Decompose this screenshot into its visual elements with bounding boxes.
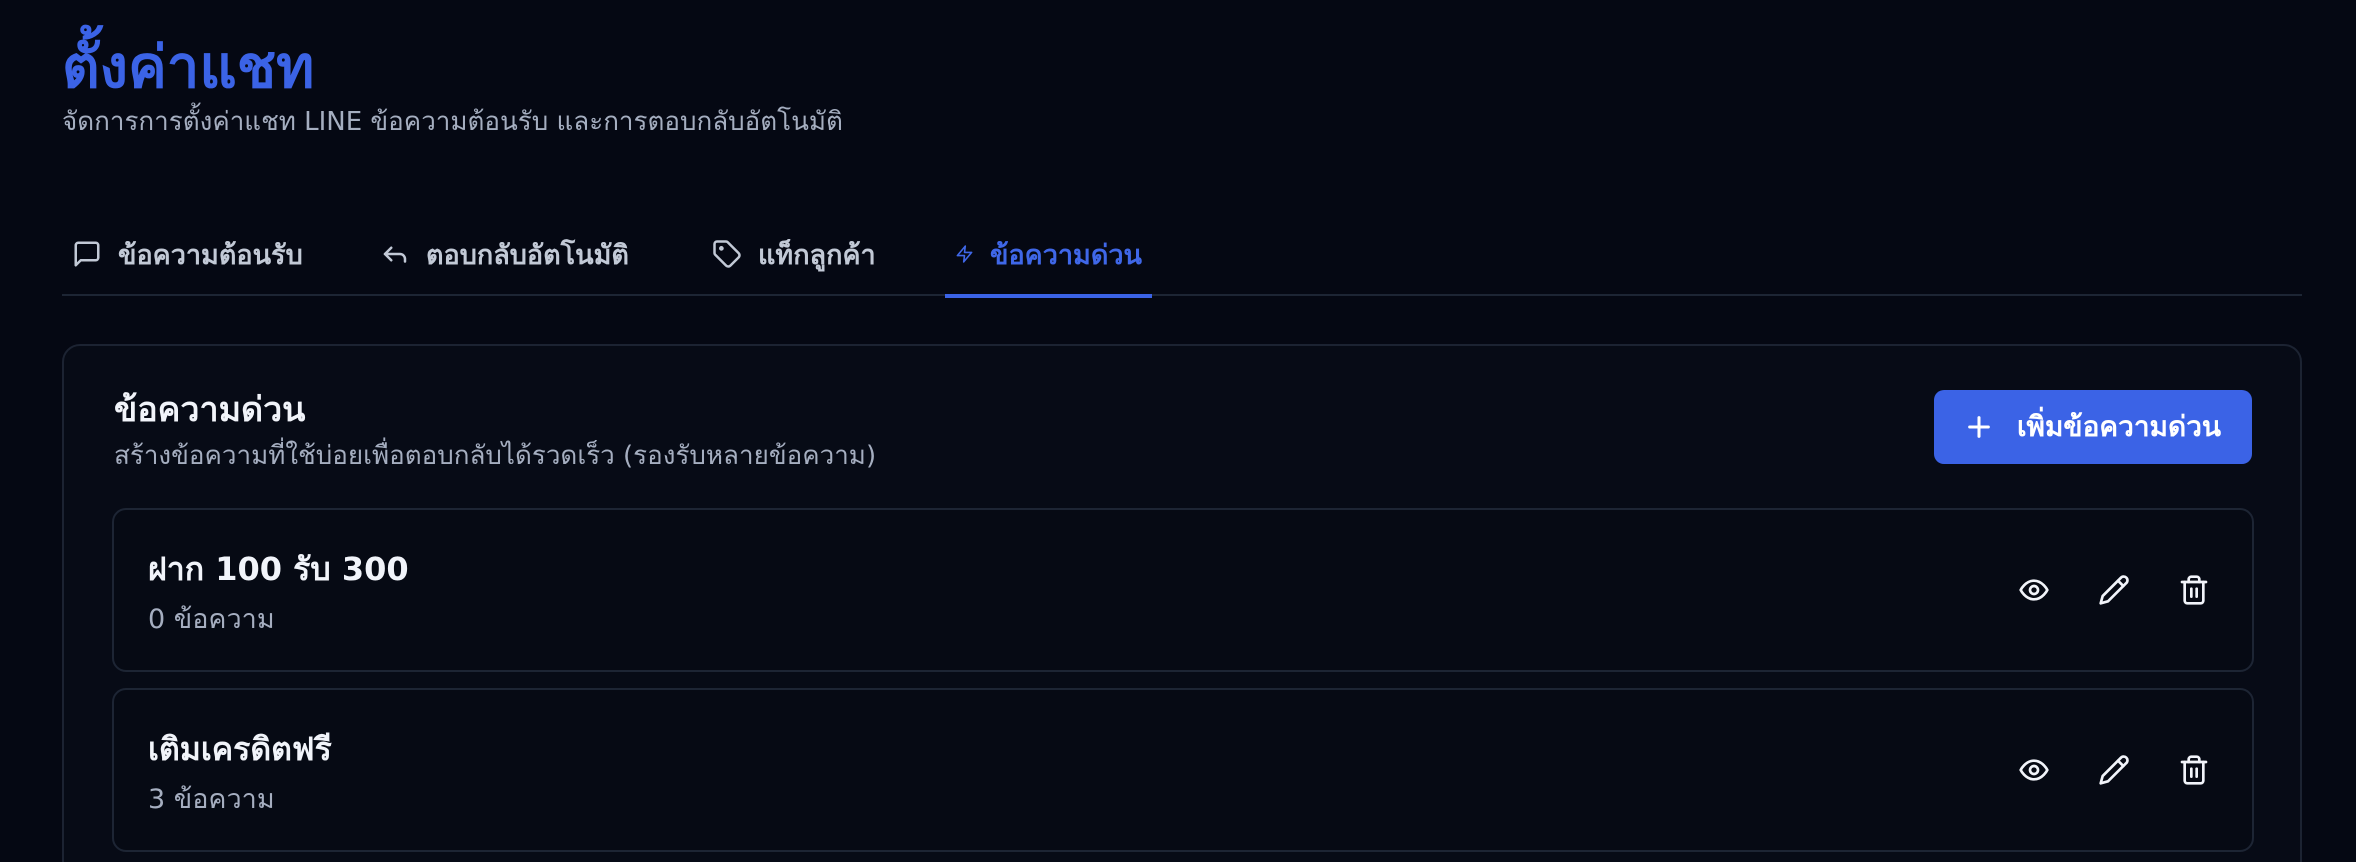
eye-icon: [2019, 759, 2049, 781]
add-button-label: เพิ่มข้อความด่วน: [2016, 410, 2222, 443]
add-quick-message-button[interactable]: เพิ่มข้อความด่วน: [1934, 390, 2252, 464]
tab-label: ตอบกลับอัตโนมัติ: [426, 239, 629, 271]
trash-icon: [2180, 755, 2208, 785]
delete-button[interactable]: [2172, 748, 2216, 792]
chat-settings-page: ตั้งค่าแชท จัดการการตั้งค่าแชท LINE ข้อค…: [0, 0, 2356, 862]
quick-message-title: ฝาก 100 รับ 300: [148, 550, 409, 588]
tab-label: ข้อความด่วน: [989, 239, 1142, 271]
tab-quick-messages[interactable]: ข้อความด่วน: [945, 212, 1152, 298]
tab-auto-reply[interactable]: ตอบกลับอัตโนมัติ: [370, 212, 639, 296]
quick-message-title: เติมเครดิตฟรี: [148, 730, 332, 768]
plus-icon: [1968, 416, 1990, 438]
eye-icon: [2019, 579, 2049, 601]
card-title: ข้อความด่วน: [114, 390, 306, 430]
edit-button[interactable]: [2092, 748, 2136, 792]
zap-icon: [956, 245, 973, 263]
card-description: สร้างข้อความที่ใช้บ่อยเพื่อตอบกลับได้รวด…: [114, 441, 877, 471]
item-actions: [2012, 748, 2216, 792]
quick-messages-card: ข้อความด่วน สร้างข้อความที่ใช้บ่อยเพื่อต…: [62, 344, 2302, 862]
quick-message-count: 3 ข้อความ: [148, 784, 275, 815]
trash-icon: [2180, 575, 2208, 605]
preview-button[interactable]: [2012, 568, 2056, 612]
pencil-icon: [2099, 575, 2129, 605]
tab-welcome-message[interactable]: ข้อความต้อนรับ: [62, 212, 313, 296]
tab-bar: ข้อความต้อนรับ ตอบกลับอัตโนมัติ แท็กลูกค…: [62, 212, 2302, 298]
edit-button[interactable]: [2092, 568, 2136, 612]
message-square-icon: [74, 241, 100, 267]
pencil-icon: [2099, 755, 2129, 785]
preview-button[interactable]: [2012, 748, 2056, 792]
quick-message-count: 0 ข้อความ: [148, 604, 275, 635]
tab-label: ข้อความต้อนรับ: [118, 239, 303, 271]
reply-icon: [383, 246, 407, 263]
tab-customer-tags[interactable]: แท็กลูกค้า: [702, 212, 886, 296]
tag-icon: [713, 240, 741, 268]
page-title: ตั้งค่าแชท: [62, 33, 315, 101]
item-actions: [2012, 568, 2216, 612]
page-subtitle: จัดการการตั้งค่าแชท LINE ข้อความต้อนรับ …: [62, 107, 843, 137]
quick-message-item: เติมเครดิตฟรี 3 ข้อความ: [112, 688, 2254, 852]
quick-message-item: ฝาก 100 รับ 300 0 ข้อความ: [112, 508, 2254, 672]
tab-label: แท็กลูกค้า: [758, 239, 876, 271]
delete-button[interactable]: [2172, 568, 2216, 612]
